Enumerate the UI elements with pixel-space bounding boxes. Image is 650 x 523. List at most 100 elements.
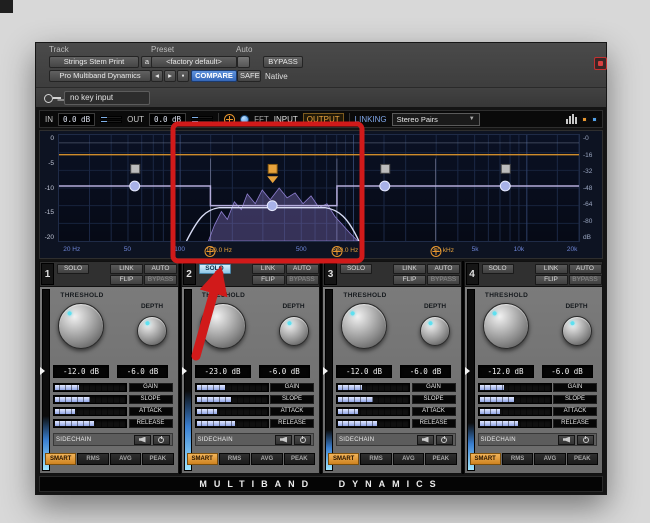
mode-avg-button[interactable]: AVG <box>251 453 282 465</box>
mode-rms-button[interactable]: RMS <box>502 453 533 465</box>
mode-smart-button[interactable]: SMART <box>187 453 218 465</box>
band-link-button[interactable]: LINK <box>252 264 285 274</box>
out-value[interactable]: 0.0 dB <box>149 113 186 126</box>
band-link-button[interactable]: LINK <box>110 264 143 274</box>
processing-mode-label[interactable]: Native <box>265 72 288 81</box>
depth-value[interactable]: -6.0 dB <box>117 365 168 378</box>
band-flip-button[interactable]: FLIP <box>110 275 143 285</box>
band-auto-button[interactable]: AUTO <box>569 264 602 274</box>
sidechain-power-button[interactable] <box>436 435 453 445</box>
band-link-button[interactable]: LINK <box>535 264 568 274</box>
sidechain-power-button[interactable] <box>294 435 311 445</box>
band-bypass-button[interactable]: BYPASS <box>144 275 177 285</box>
crossover-freq-readout[interactable]: 3.0 kHz <box>431 246 442 257</box>
band-handle-icon[interactable] <box>240 115 249 124</box>
depth-knob[interactable] <box>279 316 309 346</box>
input-view-toggle[interactable]: INPUT <box>274 115 298 124</box>
sidechain-power-button[interactable] <box>577 435 594 445</box>
band-solo-button[interactable]: SOLO <box>340 264 372 274</box>
plugin-selector-button[interactable]: Pro Multiband Dynamics <box>49 70 151 82</box>
mode-avg-button[interactable]: AVG <box>393 453 424 465</box>
automation-icon-button[interactable] <box>237 56 250 68</box>
band-solo-button[interactable]: SOLO <box>199 264 231 274</box>
band-auto-button[interactable]: AUTO <box>427 264 460 274</box>
crossover-freq-readout[interactable]: 150.0 Hz <box>205 246 216 257</box>
mode-avg-button[interactable]: AVG <box>110 453 141 465</box>
fft-toggle[interactable]: FFT <box>254 115 269 124</box>
sidechain-listen-button[interactable] <box>417 435 434 445</box>
attack-slider[interactable] <box>195 407 269 416</box>
band4-gain-handle[interactable] <box>501 164 510 173</box>
threshold-knob[interactable] <box>58 303 104 349</box>
compare-button[interactable]: COMPARE <box>191 70 237 82</box>
attack-slider[interactable] <box>53 407 127 416</box>
mode-avg-button[interactable]: AVG <box>534 453 565 465</box>
band1-threshold-handle[interactable] <box>130 181 140 191</box>
bypass-button[interactable]: BYPASS <box>263 56 303 68</box>
threshold-value[interactable]: -12.0 dB <box>53 365 109 378</box>
band-link-button[interactable]: LINK <box>393 264 426 274</box>
depth-value[interactable]: -6.0 dB <box>400 365 451 378</box>
attack-slider[interactable] <box>478 407 552 416</box>
band-solo-button[interactable]: SOLO <box>482 264 514 274</box>
sidechain-listen-button[interactable] <box>134 435 151 445</box>
gain-slider[interactable] <box>478 383 552 392</box>
sidechain-power-button[interactable] <box>153 435 170 445</box>
preset-next-button[interactable]: ▸ <box>164 70 176 82</box>
mode-peak-button[interactable]: PEAK <box>142 453 173 465</box>
slope-slider[interactable] <box>53 395 127 404</box>
gain-slider[interactable] <box>336 383 410 392</box>
slope-slider[interactable] <box>195 395 269 404</box>
band-auto-button[interactable]: AUTO <box>286 264 319 274</box>
sidechain-listen-button[interactable] <box>558 435 575 445</box>
mode-rms-button[interactable]: RMS <box>77 453 108 465</box>
mode-smart-button[interactable]: SMART <box>45 453 76 465</box>
in-value[interactable]: 0.0 dB <box>58 113 95 126</box>
release-slider[interactable] <box>336 419 410 428</box>
attack-slider[interactable] <box>336 407 410 416</box>
frequency-plot[interactable] <box>58 134 580 242</box>
band-bypass-button[interactable]: BYPASS <box>427 275 460 285</box>
crosshair-icon[interactable] <box>224 114 235 125</box>
band-bypass-button[interactable]: BYPASS <box>286 275 319 285</box>
track-selector-button[interactable]: Strings Stem Print <box>49 56 139 68</box>
crossover-freq-readout[interactable]: 800.0 Hz <box>331 246 342 257</box>
threshold-value[interactable]: -23.0 dB <box>195 365 251 378</box>
mode-rms-button[interactable]: RMS <box>219 453 250 465</box>
sidechain-listen-button[interactable] <box>275 435 292 445</box>
release-slider[interactable] <box>478 419 552 428</box>
mode-peak-button[interactable]: PEAK <box>425 453 456 465</box>
slope-slider[interactable] <box>478 395 552 404</box>
depth-knob[interactable] <box>562 316 592 346</box>
band-solo-button[interactable]: SOLO <box>57 264 89 274</box>
release-slider[interactable] <box>53 419 127 428</box>
depth-knob[interactable] <box>420 316 450 346</box>
gain-slider[interactable] <box>53 383 127 392</box>
mode-peak-button[interactable]: PEAK <box>284 453 315 465</box>
preset-menu-button[interactable]: ▪ <box>177 70 189 82</box>
slope-slider[interactable] <box>336 395 410 404</box>
threshold-value[interactable]: -12.0 dB <box>478 365 534 378</box>
depth-value[interactable]: -6.0 dB <box>542 365 593 378</box>
mode-peak-button[interactable]: PEAK <box>567 453 598 465</box>
linking-label[interactable]: LINKING <box>355 115 387 124</box>
threshold-knob[interactable] <box>200 303 246 349</box>
threshold-knob[interactable] <box>483 303 529 349</box>
output-view-toggle[interactable]: OUTPUT <box>303 113 344 126</box>
band1-gain-handle[interactable] <box>131 164 140 173</box>
depth-knob[interactable] <box>137 316 167 346</box>
gain-slider[interactable] <box>195 383 269 392</box>
preset-prev-button[interactable]: ◂ <box>151 70 163 82</box>
band-auto-button[interactable]: AUTO <box>144 264 177 274</box>
band2-threshold-handle[interactable] <box>267 201 277 211</box>
target-button[interactable] <box>594 57 607 70</box>
band-flip-button[interactable]: FLIP <box>252 275 285 285</box>
depth-value[interactable]: -6.0 dB <box>259 365 310 378</box>
band2-gain-handle[interactable] <box>268 164 277 173</box>
preset-selector-button[interactable]: <factory default> <box>151 56 237 68</box>
mode-rms-button[interactable]: RMS <box>360 453 391 465</box>
band-flip-button[interactable]: FLIP <box>535 275 568 285</box>
band-bypass-button[interactable]: BYPASS <box>569 275 602 285</box>
mode-smart-button[interactable]: SMART <box>470 453 501 465</box>
release-slider[interactable] <box>195 419 269 428</box>
